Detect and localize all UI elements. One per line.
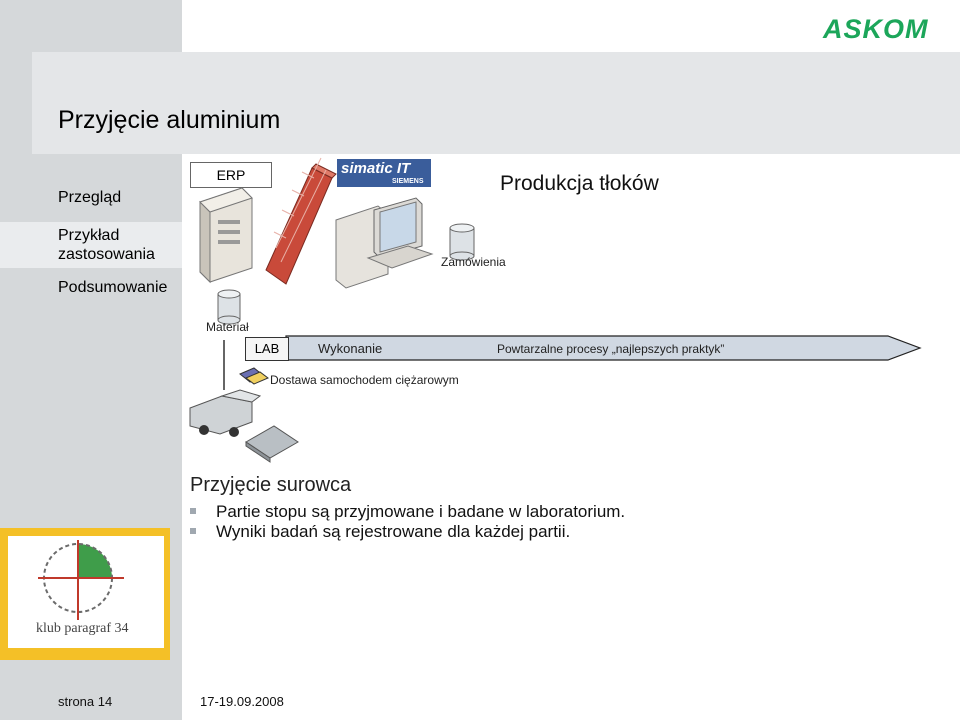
material-label: Materiał: [206, 320, 249, 334]
truck-icon: [189, 389, 262, 437]
delivery-document-icon: [239, 367, 269, 385]
best-practices-label: Powtarzalne procesy „najlepszych praktyk…: [497, 342, 725, 356]
process-diagram: [189, 157, 922, 463]
bullet-item-1: Partie stopu są przyjmowane i badane w l…: [190, 502, 625, 522]
bullet-text-2: Wyniki badań są rejestrowane dla każdej …: [216, 522, 571, 541]
bullet-text-1: Partie stopu są przyjmowane i badane w l…: [216, 502, 626, 521]
aluminium-ingots-icon: [245, 425, 299, 463]
logo-text: ASKOM: [823, 14, 929, 44]
footer-date: 17-19.09.2008: [200, 694, 284, 709]
club-logo-text: klub paragraf 34: [36, 621, 129, 636]
material-database-icon: [217, 289, 241, 325]
orders-label: Zamówienia: [441, 255, 506, 269]
production-heading: Produkcja tłoków: [500, 172, 659, 195]
bullet-marker: [190, 527, 196, 534]
erp-box: ERP: [190, 162, 272, 188]
bullet-marker: [190, 507, 196, 514]
siemens-label: SIEMENS: [392, 178, 424, 185]
section-heading: Przyjęcie surowca: [190, 474, 352, 496]
delivery-label: Dostawa samochodem ciężarowym: [270, 373, 459, 387]
firewall-icon: [265, 157, 337, 285]
lab-box: LAB: [245, 337, 289, 361]
nav-item-overview[interactable]: Przegląd: [58, 188, 121, 207]
server-icon: [199, 187, 253, 284]
nav-item-summary[interactable]: Podsumowanie: [58, 278, 167, 297]
footer-page-number: strona 14: [58, 694, 113, 709]
execution-label: Wykonanie: [318, 341, 383, 356]
workstation-icon: [335, 197, 434, 289]
askom-logo: ASKOM: [823, 14, 929, 45]
club-logo: klub paragraf 34: [8, 536, 164, 648]
bullet-item-2: Wyniki badań są rejestrowane dla każdej …: [190, 522, 570, 542]
page-title: Przyjęcie aluminium: [58, 106, 281, 134]
title-band: [32, 52, 960, 154]
nav-item-example[interactable]: Przykład zastosowania: [58, 226, 168, 264]
simatic-label: simatic IT: [341, 160, 411, 177]
